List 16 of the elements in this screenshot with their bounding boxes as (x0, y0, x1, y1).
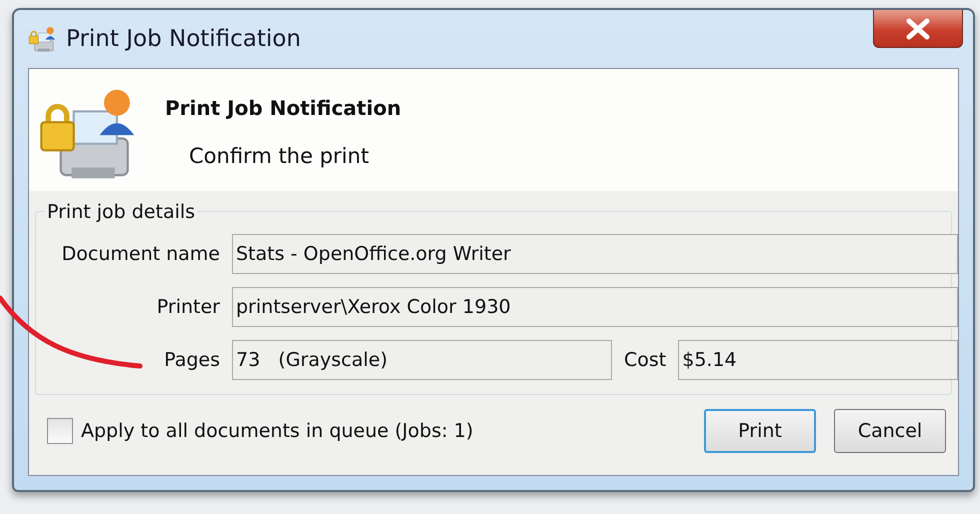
field-label: Document name (60, 242, 220, 267)
window-title: Print Job Notification (66, 24, 301, 54)
text-field[interactable]: $5.14 (678, 340, 958, 380)
field-label: Cost (624, 348, 666, 373)
header-title: Print Job Notification (165, 95, 402, 122)
field-label: Printer (156, 294, 220, 320)
text-field[interactable]: Stats - OpenOffice.org Writer (232, 234, 958, 274)
checkbox-label: Apply to all documents in queue (Jobs: 1) (81, 418, 474, 444)
close-button[interactable] (873, 10, 963, 48)
checkbox[interactable] (47, 418, 73, 444)
header-subtitle: Confirm the print (189, 143, 370, 170)
dialog-button[interactable]: Print (704, 409, 816, 453)
text-field[interactable]: 73 (Grayscale) (232, 340, 612, 380)
field-label: Pages (163, 348, 220, 373)
text-field[interactable]: printserver\Xerox Color 1930 (232, 287, 958, 327)
dialog-button[interactable]: Cancel (834, 409, 946, 453)
